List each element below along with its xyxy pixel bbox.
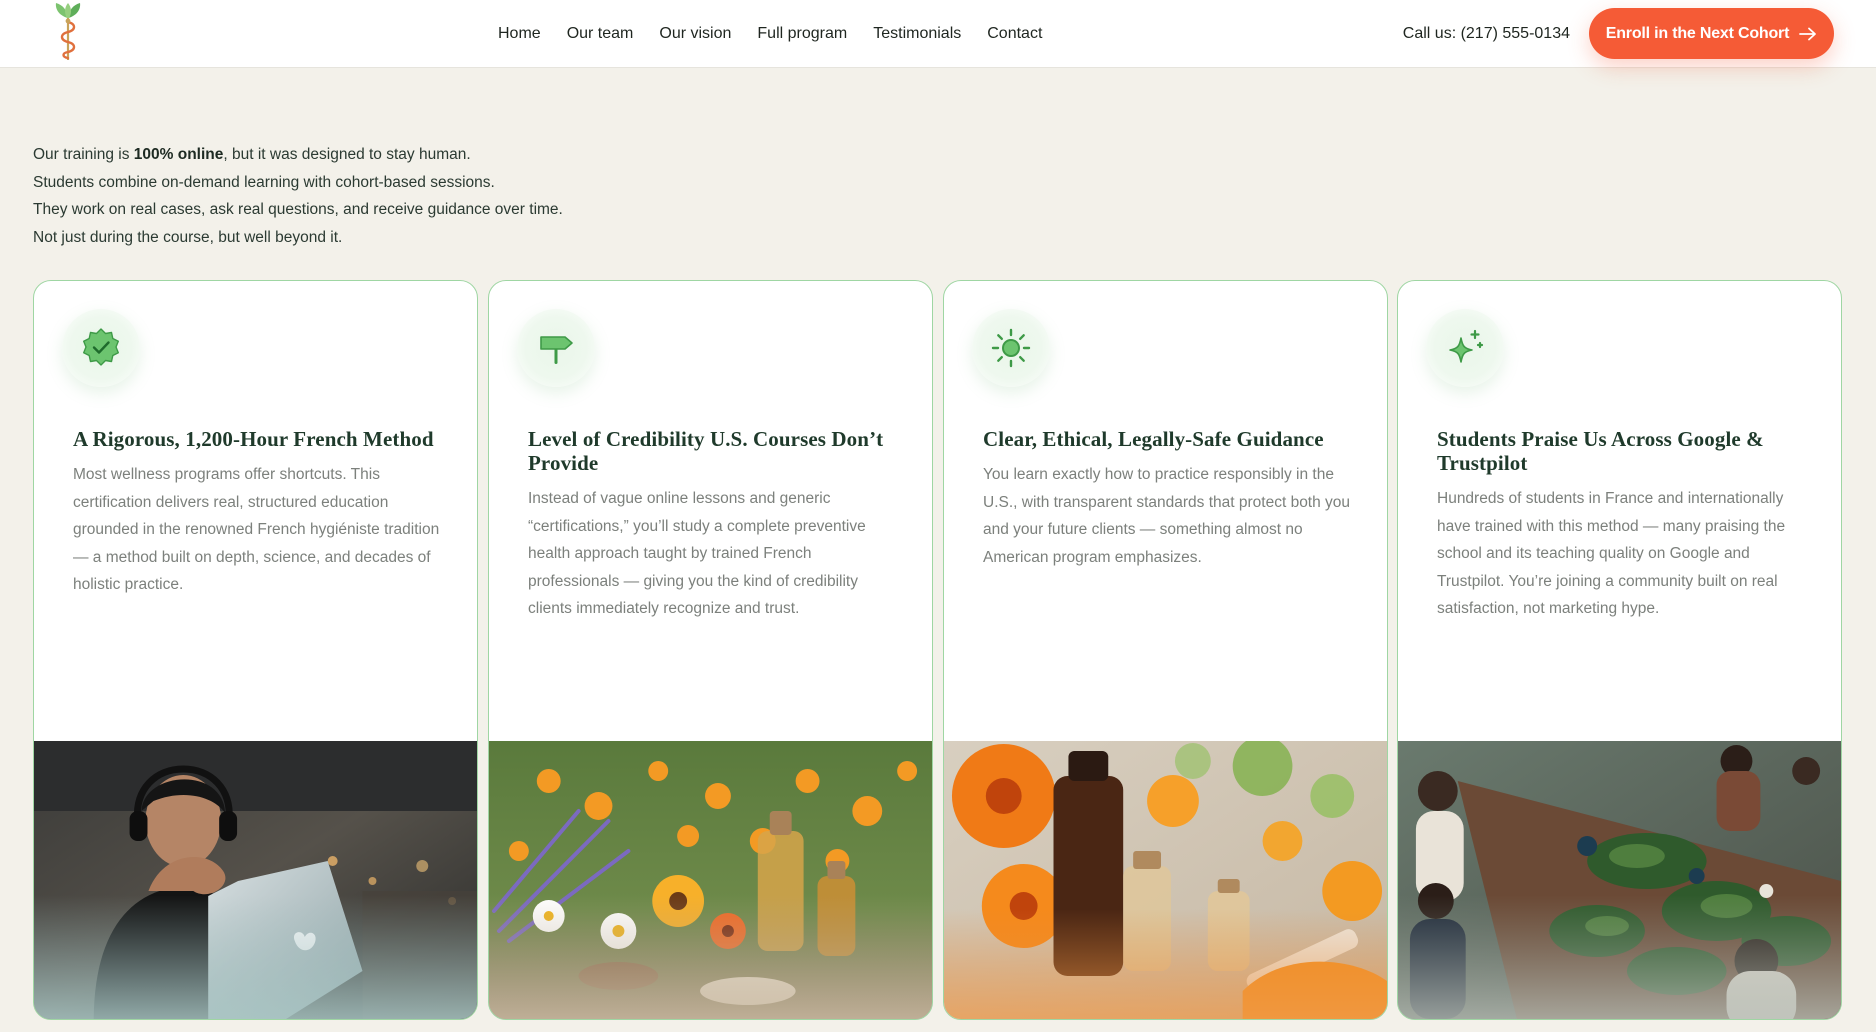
- card-title: Clear, Ethical, Legally-Safe Guidance: [983, 427, 1324, 451]
- herbal-flowers-bottles-photo: [489, 741, 932, 1019]
- intro-line-1: Our training is 100% online, but it was …: [33, 146, 471, 163]
- nav-testimonials[interactable]: Testimonials: [873, 25, 961, 43]
- nav-our-team[interactable]: Our team: [567, 25, 634, 43]
- calendula-oil-photo: [944, 741, 1387, 1019]
- verified-badge-icon: [83, 328, 119, 366]
- feature-card-student-praise: Students Praise Us Across Google & Trust…: [1397, 280, 1842, 1020]
- nav-home[interactable]: Home: [498, 25, 541, 43]
- sun-icon: [991, 328, 1031, 368]
- feature-card-ethical-guidance: Clear, Ethical, Legally-Safe Guidance Yo…: [943, 280, 1388, 1020]
- card-icon-wrap: [972, 309, 1050, 387]
- card-title: Level of Credibility U.S. Courses Don’t …: [528, 427, 884, 475]
- card-text: Most wellness programs offer shortcuts. …: [73, 466, 440, 593]
- main-nav: Home Our team Our vision Full program Te…: [498, 0, 1042, 68]
- feature-card-credibility: Level of Credibility U.S. Courses Don’t …: [488, 280, 933, 1020]
- feature-cards: A Rigorous, 1,200-Hour French Method Mos…: [33, 280, 1843, 1020]
- card-text: Hundreds of students in France and inter…: [1437, 490, 1786, 617]
- site-header: Home Our team Our vision Full program Te…: [0, 0, 1876, 68]
- card-text: You learn exactly how to practice respon…: [983, 466, 1351, 566]
- logo[interactable]: [46, 0, 90, 62]
- card-text: Instead of vague online lessons and gene…: [528, 490, 866, 617]
- intro-text: Our training is 100% online, but it was …: [33, 141, 733, 251]
- intro-line-3: They work on real cases, ask real questi…: [33, 201, 563, 218]
- intro-line-4: Not just during the course, but well bey…: [33, 228, 343, 246]
- card-icon-wrap: [1426, 309, 1504, 387]
- enroll-button-label: Enroll in the Next Cohort: [1605, 24, 1790, 42]
- feature-card-french-method: A Rigorous, 1,200-Hour French Method Mos…: [33, 280, 478, 1020]
- arrow-right-icon: [1799, 27, 1817, 40]
- nav-contact[interactable]: Contact: [987, 25, 1042, 43]
- nav-full-program[interactable]: Full program: [757, 25, 847, 43]
- phone-link[interactable]: Call us: (217) 555-0134: [1403, 0, 1570, 68]
- nav-our-vision[interactable]: Our vision: [659, 25, 731, 43]
- intro-line-2: Students combine on-demand learning with…: [33, 173, 495, 191]
- caduceus-leaf-logo-icon: [55, 3, 81, 60]
- card-icon-wrap: [62, 309, 140, 387]
- students-workshop-photo: [1398, 741, 1841, 1019]
- student-laptop-photo: [34, 741, 477, 1019]
- enroll-next-cohort-button[interactable]: Enroll in the Next Cohort: [1589, 8, 1834, 59]
- card-icon-wrap: [517, 309, 595, 387]
- card-title: Students Praise Us Across Google & Trust…: [1437, 427, 1764, 475]
- card-title: A Rigorous, 1,200-Hour French Method: [73, 427, 434, 451]
- signpost-icon: [540, 336, 573, 364]
- sparkle-icon: [1449, 329, 1484, 363]
